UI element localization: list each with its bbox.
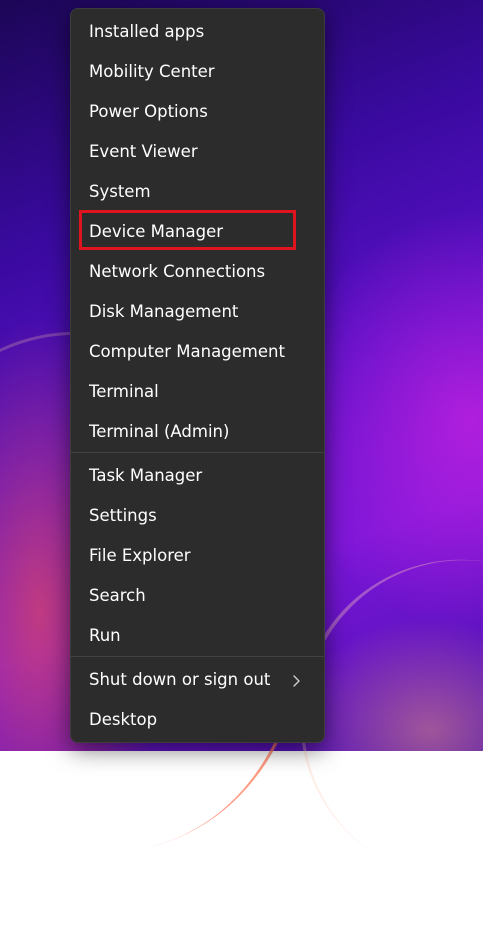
quick-link-menu: Installed apps Mobility Center Power Opt… xyxy=(70,8,325,743)
menu-item-terminal-admin[interactable]: Terminal (Admin) xyxy=(75,413,320,451)
menu-separator xyxy=(71,656,324,657)
menu-item-file-explorer[interactable]: File Explorer xyxy=(75,537,320,575)
device-manager-highlight-box xyxy=(79,210,296,250)
menu-item-settings[interactable]: Settings xyxy=(75,497,320,535)
chevron-right-icon xyxy=(292,661,300,699)
menu-item-label: Shut down or sign out xyxy=(89,670,271,689)
menu-item-terminal[interactable]: Terminal xyxy=(75,373,320,411)
menu-item-disk-management[interactable]: Disk Management xyxy=(75,293,320,331)
menu-item-system[interactable]: System xyxy=(75,173,320,211)
menu-item-run[interactable]: Run xyxy=(75,617,320,655)
menu-item-computer-management[interactable]: Computer Management xyxy=(75,333,320,371)
menu-item-shut-down-or-sign-out[interactable]: Shut down or sign out xyxy=(75,661,320,699)
menu-item-desktop[interactable]: Desktop xyxy=(75,701,320,739)
menu-item-installed-apps[interactable]: Installed apps xyxy=(75,13,320,51)
menu-item-mobility-center[interactable]: Mobility Center xyxy=(75,53,320,91)
menu-item-task-manager[interactable]: Task Manager xyxy=(75,457,320,495)
menu-item-search[interactable]: Search xyxy=(75,577,320,615)
menu-separator xyxy=(71,452,324,453)
menu-item-event-viewer[interactable]: Event Viewer xyxy=(75,133,320,171)
menu-item-power-options[interactable]: Power Options xyxy=(75,93,320,131)
menu-item-network-connections[interactable]: Network Connections xyxy=(75,253,320,291)
